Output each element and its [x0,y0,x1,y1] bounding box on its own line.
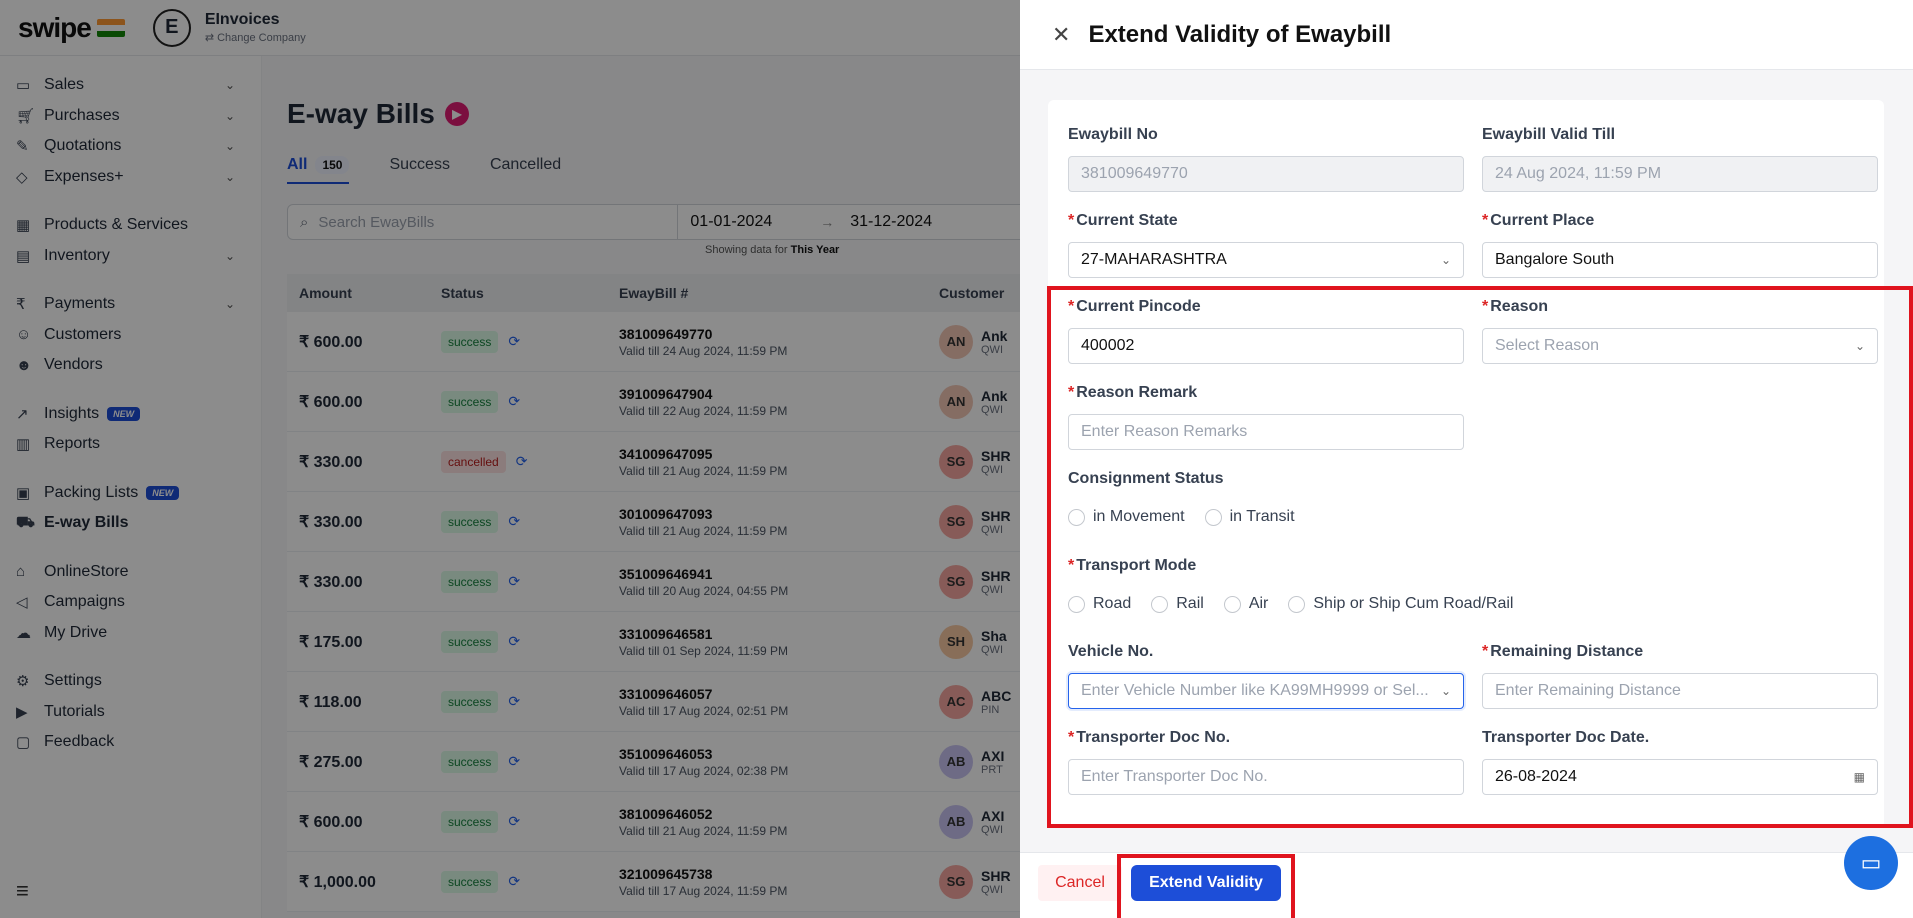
current-place-field: * Current Place Bangalore South [1482,212,1878,278]
drawer-title: Extend Validity of Ewaybill [1088,20,1392,48]
radio-circle-icon [1288,595,1306,613]
extend-validity-drawer: ✕ Extend Validity of Ewaybill Ewaybill N… [1020,0,1913,918]
transporter-doc-no-input[interactable]: Enter Transporter Doc No. [1068,759,1464,795]
vehicle-no-field: Vehicle No. Enter Vehicle Number like KA… [1068,643,1464,709]
radio-in-transit[interactable]: in Transit [1204,508,1295,526]
radio-air[interactable]: Air [1223,595,1268,613]
transport-mode-field: * Transport Mode Road Rail Air Ship or Sh… [1068,557,1514,613]
form-card: Ewaybill No 381009649770 Ewaybill Valid … [1048,100,1884,828]
ewaybill-no-input: 381009649770 [1068,156,1464,192]
reason-select[interactable]: Select Reason ⌄ [1482,328,1878,364]
current-pincode-field: * Current Pincode 400002 [1068,298,1464,364]
transporter-doc-date-input[interactable]: 26-08-2024 ▦ [1482,759,1878,795]
reason-remark-field: * Reason Remark Enter Reason Remarks [1068,384,1464,450]
radio-ship[interactable]: Ship or Ship Cum Road/Rail [1288,595,1513,613]
transporter-doc-date-field: Transporter Doc Date. 26-08-2024 ▦ [1482,729,1878,795]
consignment-status-field: Consignment Status in Movement in Transi… [1068,470,1295,526]
remaining-distance-input[interactable]: Enter Remaining Distance [1482,673,1878,709]
drawer-footer: Cancel Extend Validity [1020,852,1913,918]
reason-remark-input[interactable]: Enter Reason Remarks [1068,414,1464,450]
chevron-down-icon: ⌄ [1440,684,1451,698]
reason-field: * Reason Select Reason ⌄ [1482,298,1878,364]
ewaybill-no-field: Ewaybill No 381009649770 [1068,126,1464,192]
current-place-input[interactable]: Bangalore South [1482,242,1878,278]
chat-support-icon[interactable]: ▭ [1844,836,1898,890]
radio-in-movement[interactable]: in Movement [1068,508,1185,526]
valid-till-field: Ewaybill Valid Till 24 Aug 2024, 11:59 P… [1482,126,1878,192]
remaining-distance-field: * Remaining Distance Enter Remaining Dist… [1482,643,1878,709]
radio-circle-icon [1151,595,1169,613]
current-state-select[interactable]: 27-MAHARASHTRA ⌄ [1068,242,1464,278]
close-icon[interactable]: ✕ [1052,22,1070,48]
chevron-down-icon: ⌄ [1854,339,1865,353]
radio-rail[interactable]: Rail [1151,595,1204,613]
current-pincode-input[interactable]: 400002 [1068,328,1464,364]
cancel-button[interactable]: Cancel [1038,865,1122,901]
extend-validity-button[interactable]: Extend Validity [1131,865,1281,901]
radio-circle-icon [1068,595,1085,613]
radio-road[interactable]: Road [1068,595,1131,613]
modal-overlay[interactable] [0,0,1020,918]
current-state-field: * Current State 27-MAHARASHTRA ⌄ [1068,212,1464,278]
drawer-header: ✕ Extend Validity of Ewaybill [1020,0,1913,70]
transporter-doc-no-field: * Transporter Doc No. Enter Transporter D… [1068,729,1464,795]
chevron-down-icon: ⌄ [1440,253,1451,267]
radio-circle-icon [1204,508,1222,526]
radio-circle-icon [1068,508,1085,526]
radio-circle-icon [1223,595,1241,613]
valid-till-input: 24 Aug 2024, 11:59 PM [1482,156,1878,192]
calendar-icon: ▦ [1853,770,1865,784]
vehicle-no-select[interactable]: Enter Vehicle Number like KA99MH9999 or … [1068,673,1464,709]
